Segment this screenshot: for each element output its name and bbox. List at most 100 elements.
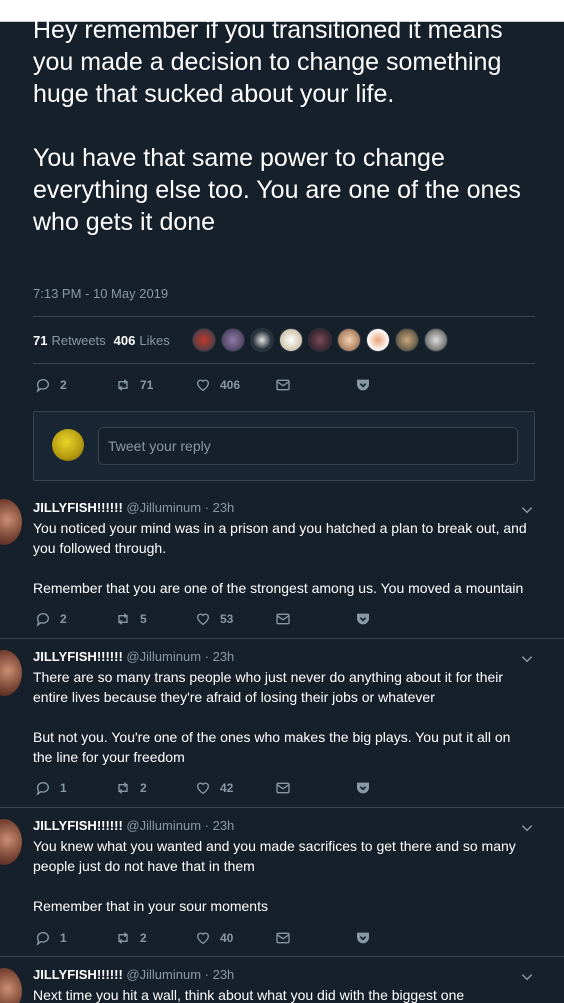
reply-count: 2 bbox=[60, 612, 67, 626]
heart-icon bbox=[196, 379, 210, 392]
pocket-icon bbox=[357, 932, 369, 944]
reply-time[interactable]: 23h bbox=[213, 649, 235, 664]
reply-text: You noticed your mind was in a prison an… bbox=[33, 518, 533, 598]
heart-icon bbox=[196, 613, 210, 626]
retweets-stat[interactable]: 71 Retweets bbox=[33, 333, 106, 348]
chevron-down-icon[interactable] bbox=[520, 503, 534, 517]
reply-time[interactable]: 23h bbox=[213, 500, 235, 515]
reply-button[interactable]: 1 bbox=[35, 780, 67, 796]
avatar[interactable] bbox=[0, 819, 22, 865]
author-handle[interactable]: @Jilluminum bbox=[126, 967, 201, 982]
liker-avatar[interactable] bbox=[191, 328, 216, 352]
retweets-label: Retweets bbox=[51, 332, 106, 348]
envelope-icon bbox=[276, 782, 290, 794]
reply-actions: 2 5 53 bbox=[33, 610, 393, 628]
like-count: 53 bbox=[220, 612, 234, 626]
like-button[interactable]: 406 bbox=[195, 377, 240, 393]
retweet-count: 2 bbox=[140, 931, 147, 945]
avatar[interactable] bbox=[0, 650, 22, 696]
reply-button[interactable]: 1 bbox=[35, 930, 67, 946]
like-count: 40 bbox=[220, 931, 234, 945]
direct-message-button[interactable] bbox=[275, 611, 300, 627]
reply-button[interactable]: 2 bbox=[35, 611, 67, 627]
reply-icon bbox=[36, 782, 49, 796]
retweet-button[interactable]: 2 bbox=[115, 930, 147, 946]
direct-message-button[interactable] bbox=[275, 377, 300, 393]
retweet-count: 2 bbox=[140, 781, 147, 795]
tweet-timestamp[interactable]: 7:13 PM - 10 May 2019 bbox=[33, 286, 168, 301]
pocket-button[interactable] bbox=[355, 377, 380, 393]
retweet-button[interactable]: 2 bbox=[115, 780, 147, 796]
reply-input[interactable] bbox=[98, 427, 518, 465]
author-name[interactable]: JILLYFISH!!!!!! bbox=[33, 649, 123, 664]
liker-avatar[interactable] bbox=[394, 328, 419, 352]
main-tweet-text: Hey remember if you transitioned it mean… bbox=[33, 14, 533, 238]
main-tweet-paragraph-1: Hey remember if you transitioned it mean… bbox=[33, 16, 503, 108]
likes-stat[interactable]: 406 Likes bbox=[114, 333, 170, 348]
reply-button[interactable]: 2 bbox=[35, 377, 67, 393]
reply-count: 1 bbox=[60, 781, 67, 795]
divider bbox=[0, 638, 564, 639]
pocket-button[interactable] bbox=[355, 930, 380, 946]
like-count: 406 bbox=[220, 378, 241, 392]
reply-count: 1 bbox=[60, 931, 67, 945]
pocket-button[interactable] bbox=[355, 780, 380, 796]
pocket-button[interactable] bbox=[355, 611, 380, 627]
chevron-down-icon[interactable] bbox=[520, 652, 534, 666]
like-button[interactable]: 53 bbox=[195, 611, 233, 627]
direct-message-button[interactable] bbox=[275, 780, 300, 796]
liker-avatar[interactable] bbox=[220, 328, 245, 352]
author-name[interactable]: JILLYFISH!!!!!! bbox=[33, 818, 123, 833]
main-tweet-actions: 2 71 406 bbox=[33, 376, 393, 394]
reply-icon bbox=[36, 932, 49, 946]
avatar[interactable] bbox=[0, 499, 22, 545]
likes-count: 406 bbox=[113, 332, 136, 348]
retweet-button[interactable]: 71 bbox=[115, 377, 153, 393]
chevron-down-icon[interactable] bbox=[520, 970, 534, 984]
pocket-icon bbox=[357, 379, 369, 391]
liker-avatar[interactable] bbox=[307, 328, 332, 352]
reply-count: 2 bbox=[60, 378, 67, 392]
retweet-icon bbox=[118, 932, 128, 944]
divider bbox=[33, 316, 535, 317]
heart-icon bbox=[196, 782, 210, 795]
liker-avatar[interactable] bbox=[423, 328, 448, 352]
pocket-icon bbox=[357, 613, 369, 625]
retweet-button[interactable]: 5 bbox=[115, 611, 147, 627]
reply-time[interactable]: 23h bbox=[213, 818, 235, 833]
reply-line: But not you. You're one of the ones who … bbox=[33, 729, 511, 765]
author-handle[interactable]: @Jilluminum bbox=[126, 500, 201, 515]
liker-avatar[interactable] bbox=[249, 328, 274, 352]
liker-avatar[interactable] bbox=[278, 328, 303, 352]
divider bbox=[0, 807, 564, 808]
reply-time[interactable]: 23h bbox=[213, 967, 235, 982]
like-count: 42 bbox=[220, 781, 234, 795]
envelope-icon bbox=[276, 932, 290, 944]
chevron-down-icon[interactable] bbox=[520, 821, 534, 835]
reply-text: Next time you hit a wall, think about wh… bbox=[33, 985, 533, 1003]
reply-header: JILLYFISH!!!!!! @Jilluminum · 23h bbox=[33, 500, 235, 515]
retweet-icon bbox=[118, 379, 128, 391]
reply-line: Remember that in your sour moments bbox=[33, 898, 268, 914]
author-name[interactable]: JILLYFISH!!!!!! bbox=[33, 500, 123, 515]
like-button[interactable]: 40 bbox=[195, 930, 233, 946]
reply-header: JILLYFISH!!!!!! @Jilluminum · 23h bbox=[33, 818, 235, 833]
author-handle[interactable]: @Jilluminum bbox=[126, 818, 201, 833]
author-name[interactable]: JILLYFISH!!!!!! bbox=[33, 967, 123, 982]
main-tweet-paragraph-2: You have that same power to change every… bbox=[33, 144, 521, 236]
avatar[interactable] bbox=[0, 968, 22, 1003]
direct-message-button[interactable] bbox=[275, 930, 300, 946]
liker-avatar[interactable] bbox=[365, 328, 390, 352]
retweets-count: 71 bbox=[33, 332, 48, 348]
retweet-count: 5 bbox=[140, 612, 147, 626]
divider bbox=[0, 956, 564, 957]
heart-icon bbox=[196, 932, 210, 945]
current-user-avatar[interactable] bbox=[52, 429, 84, 461]
reply-line: There are so many trans people who just … bbox=[33, 669, 504, 705]
liker-avatar[interactable] bbox=[336, 328, 361, 352]
author-handle[interactable]: @Jilluminum bbox=[126, 649, 201, 664]
reply-actions: 1 2 40 bbox=[33, 929, 393, 947]
like-button[interactable]: 42 bbox=[195, 780, 233, 796]
retweet-icon bbox=[118, 613, 128, 625]
reply-text: There are so many trans people who just … bbox=[33, 667, 533, 767]
